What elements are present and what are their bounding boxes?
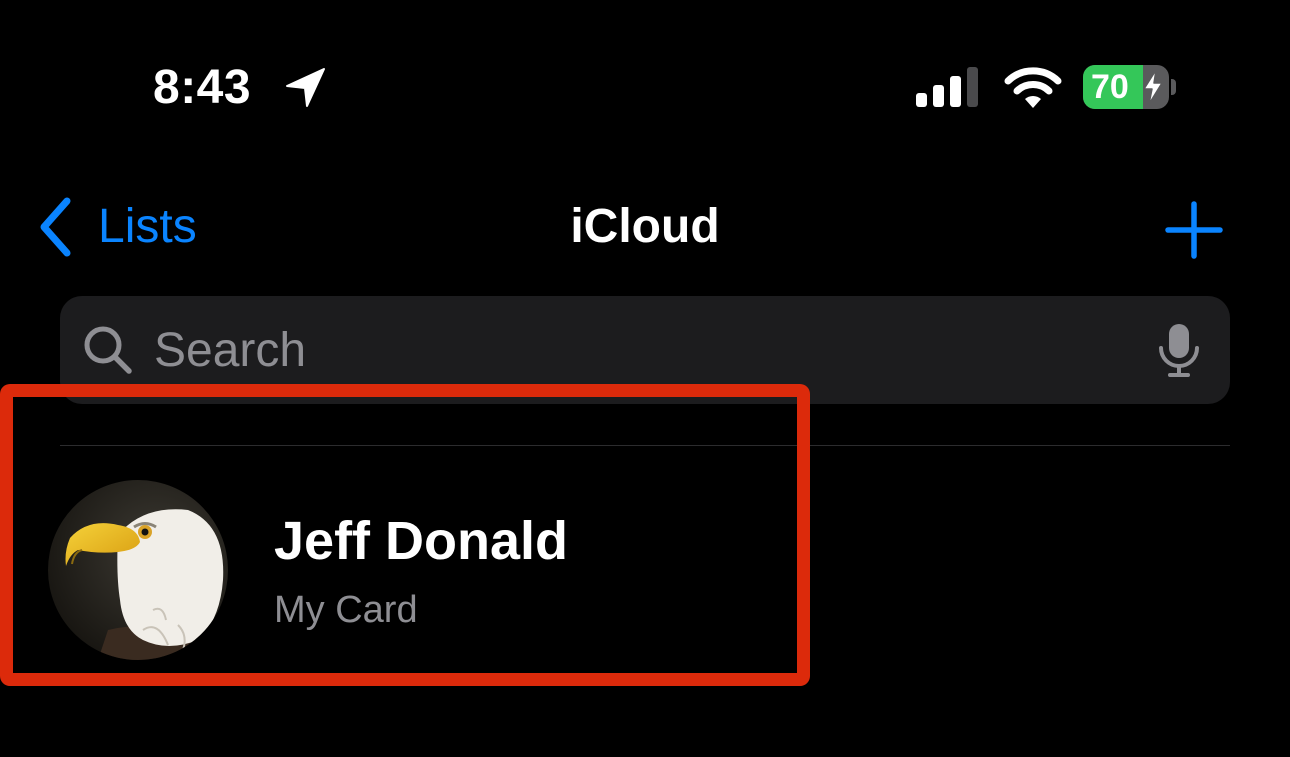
section-divider bbox=[60, 445, 1230, 446]
location-arrow-icon bbox=[286, 68, 325, 107]
search-icon bbox=[84, 326, 132, 374]
status-time: 8:43 bbox=[153, 61, 252, 114]
search-input[interactable] bbox=[154, 320, 1114, 380]
contacts-screen: 8:43 70 Lists iCloud Search Jeff Donald … bbox=[0, 0, 1290, 757]
page-title: iCloud bbox=[570, 200, 720, 253]
search-bar[interactable] bbox=[60, 296, 1230, 404]
avatar[interactable] bbox=[48, 480, 228, 660]
battery-indicator: 70 bbox=[1083, 65, 1169, 109]
cellular-signal-icon bbox=[916, 67, 978, 107]
battery-percent: 70 bbox=[1091, 68, 1129, 106]
charging-bolt-icon bbox=[1143, 70, 1163, 104]
add-contact-button[interactable] bbox=[1164, 200, 1224, 260]
contact-subtitle: My Card bbox=[274, 589, 418, 631]
wifi-icon bbox=[1004, 67, 1062, 108]
contact-name: Jeff Donald bbox=[274, 511, 569, 571]
my-card-row[interactable]: Jeff Donald My Card bbox=[0, 450, 1290, 680]
microphone-icon[interactable] bbox=[1156, 322, 1202, 378]
battery-cap bbox=[1171, 79, 1176, 95]
